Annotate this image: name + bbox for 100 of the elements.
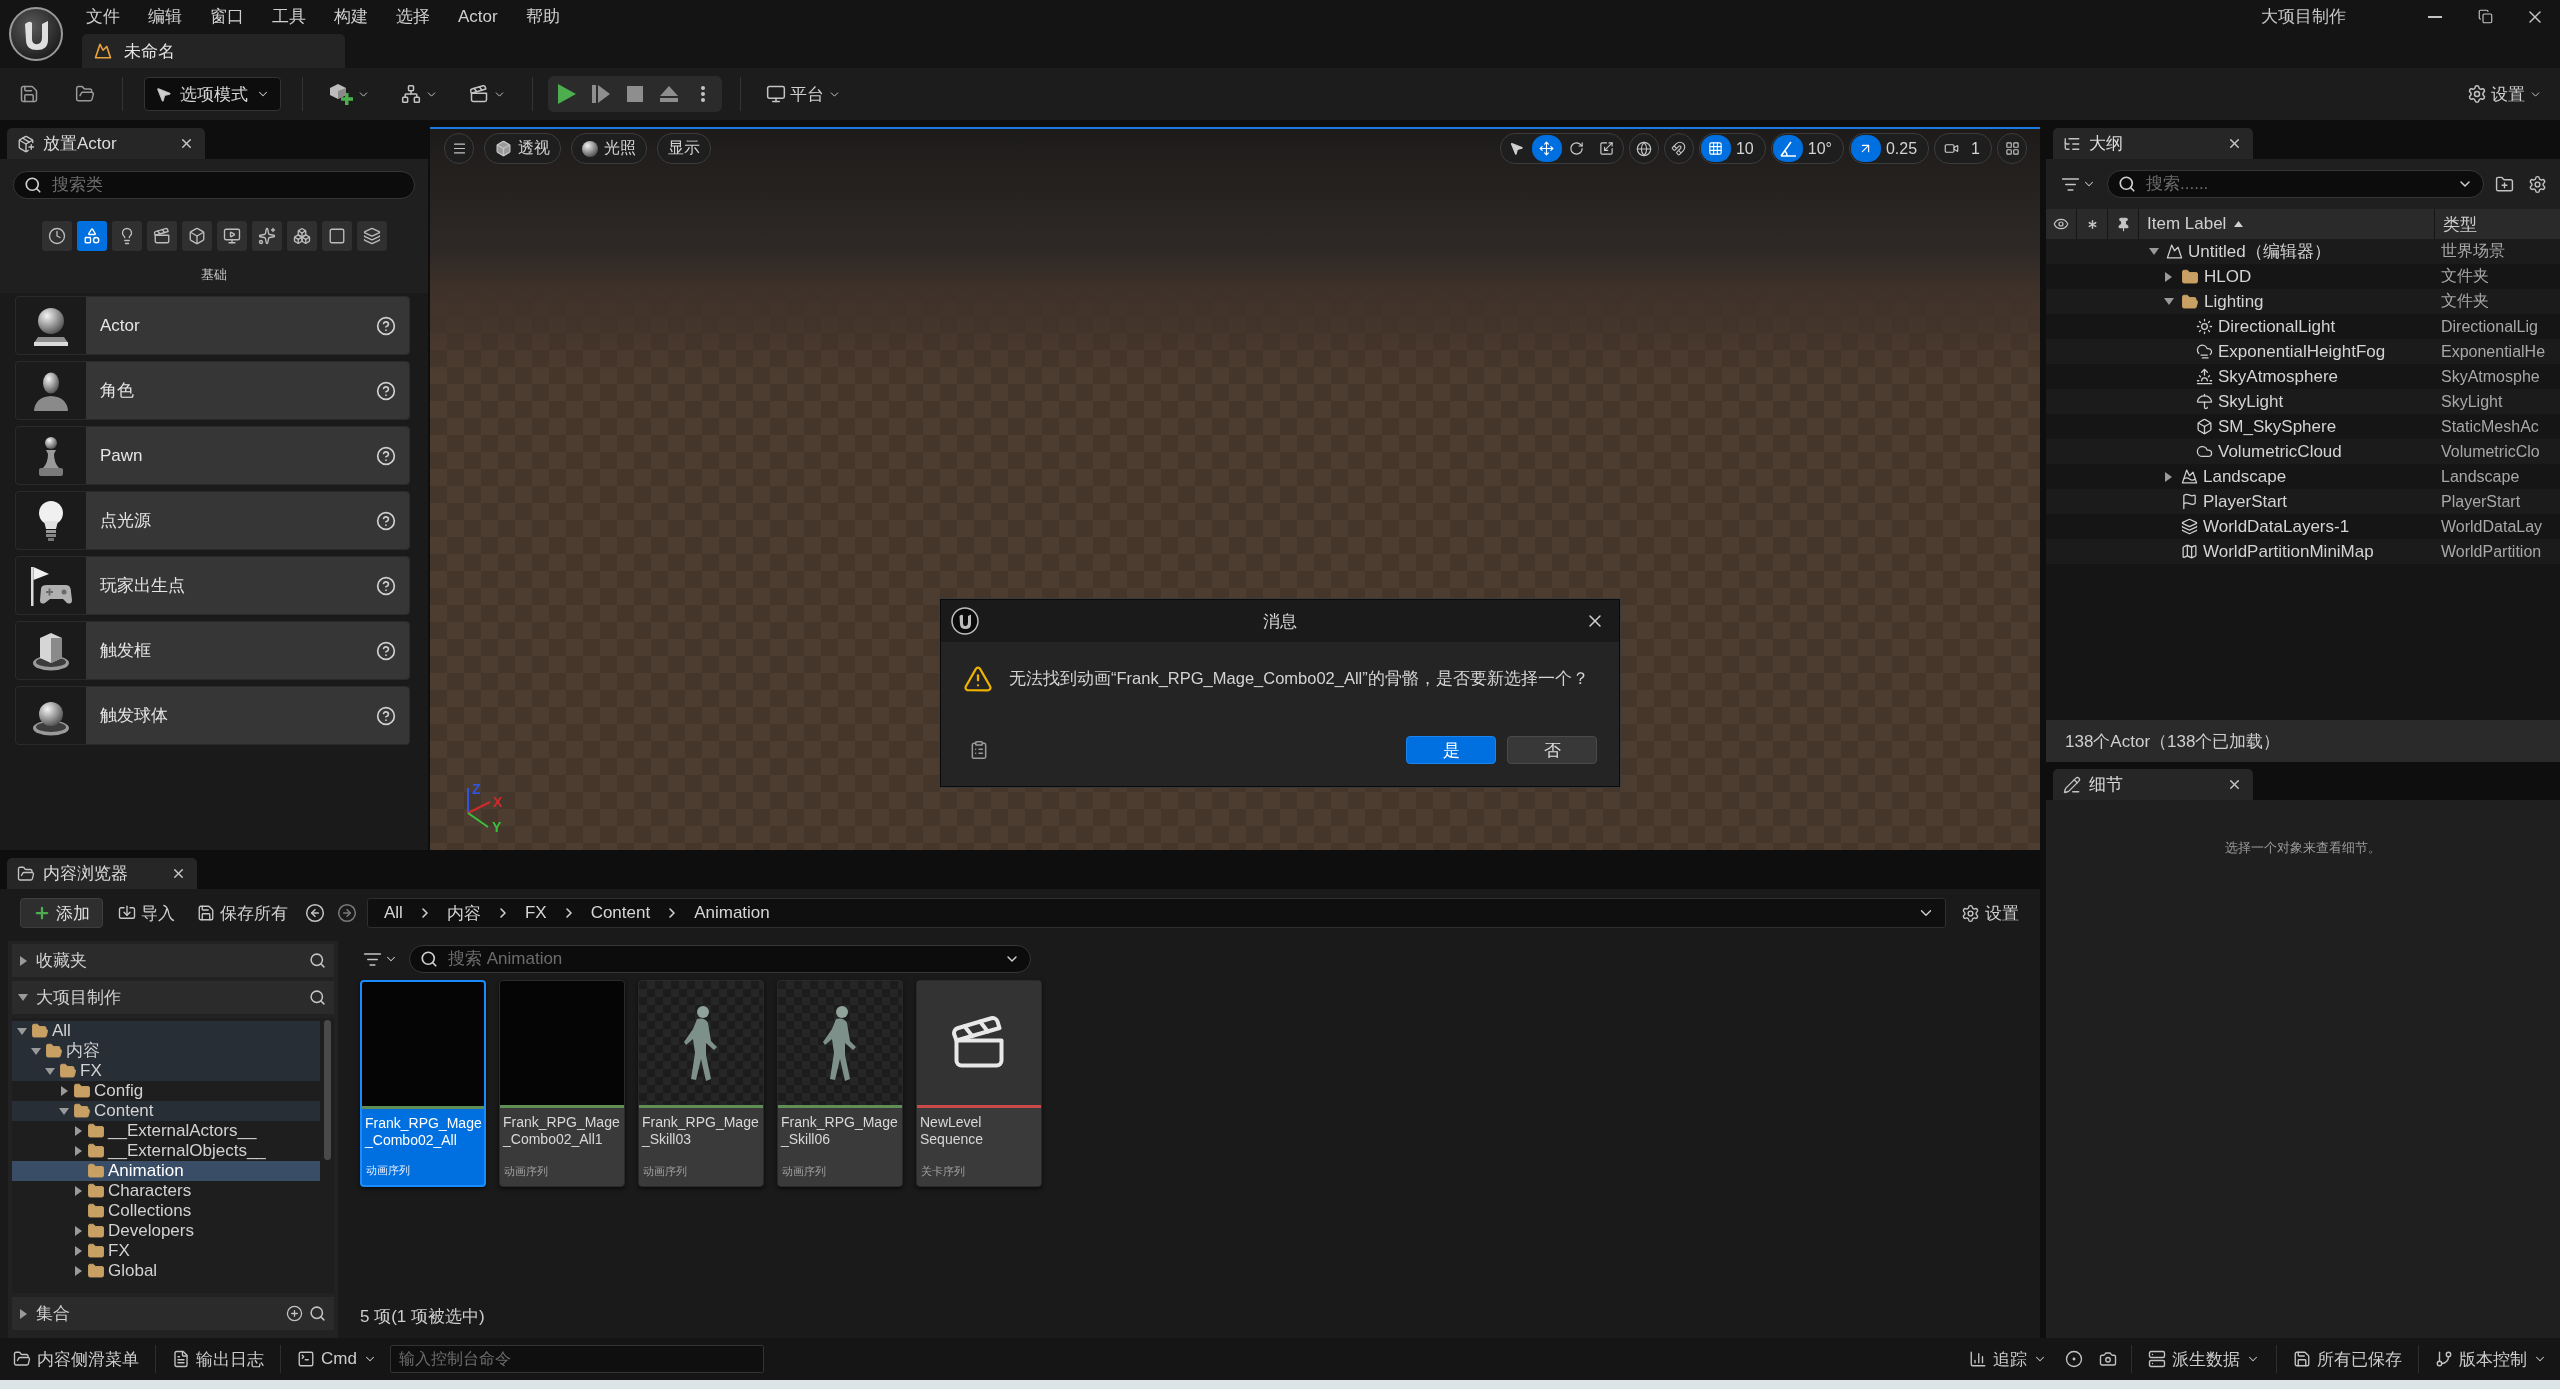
save-all-button[interactable]: 保存所有: [190, 898, 295, 928]
path-bar[interactable]: All 内容 FX Content Animation: [367, 898, 1946, 928]
search-field[interactable]: 搜索类: [13, 171, 415, 199]
view-mode-button[interactable]: 透视: [484, 133, 561, 164]
actor-item[interactable]: 点光源: [15, 491, 410, 550]
panel-tab[interactable]: 内容浏览器: [7, 858, 197, 889]
section-header[interactable]: 收藏夹: [12, 944, 334, 977]
category-tab[interactable]: [76, 221, 107, 251]
snap-control[interactable]: 10: [1698, 133, 1766, 164]
output-log-button[interactable]: 输出日志: [165, 1344, 271, 1374]
panel-tab[interactable]: 大纲: [2053, 128, 2253, 159]
category-tab[interactable]: [111, 221, 142, 251]
outliner-row[interactable]: Lighting 文件夹: [2046, 289, 2560, 314]
pin-column-header[interactable]: [2108, 209, 2138, 239]
folder-row[interactable]: FX: [12, 1061, 320, 1081]
outliner-row[interactable]: VolumetricCloud VolumetricClo: [2046, 439, 2560, 464]
menu-item[interactable]: 选择: [382, 1, 444, 32]
menu-item[interactable]: 窗口: [196, 1, 258, 32]
back-button[interactable]: [303, 901, 327, 925]
command-dropdown[interactable]: Cmd: [290, 1344, 384, 1374]
menu-item[interactable]: 帮助: [511, 1, 574, 32]
settings-dropdown[interactable]: 设置: [2461, 77, 2548, 111]
derived-data-dropdown[interactable]: 派生数据: [2141, 1344, 2267, 1374]
section-header[interactable]: 大项目制作: [12, 981, 334, 1014]
asset-tile[interactable]: Frank_RPG_Mage _Combo02_All 动画序列: [360, 980, 486, 1187]
cancel-button[interactable]: 否: [1507, 736, 1597, 764]
outliner-row[interactable]: WorldPartitionMiniMap WorldPartition: [2046, 539, 2560, 564]
breadcrumb[interactable]: FX: [522, 903, 549, 923]
forward-button[interactable]: [335, 901, 359, 925]
folder-row[interactable]: Global: [12, 1261, 320, 1281]
actor-item[interactable]: 触发框: [15, 621, 410, 680]
document-tab[interactable]: 未命名: [82, 34, 345, 68]
outliner-row[interactable]: PlayerStart PlayerStart: [2046, 489, 2560, 514]
folder-row[interactable]: Animation: [12, 1161, 320, 1181]
confirm-button[interactable]: 是: [1406, 736, 1496, 764]
caret-right-icon[interactable]: [60, 1086, 68, 1096]
actor-item[interactable]: 角色: [15, 361, 410, 420]
layout-button[interactable]: [1997, 133, 2027, 164]
actor-item[interactable]: 玩家出生点: [15, 556, 410, 615]
folder-row[interactable]: __ExternalObjects__: [12, 1141, 320, 1161]
surface-snap-button[interactable]: [1663, 133, 1694, 164]
caret-right-icon[interactable]: [2165, 271, 2172, 282]
search-field[interactable]: 搜索 Animation: [409, 945, 1031, 973]
favorite-column-header[interactable]: [2077, 209, 2107, 239]
column-header[interactable]: Item Label: [2139, 209, 2434, 239]
asset-tile[interactable]: Frank_RPG_Mage _Skill06 动画序列: [777, 980, 903, 1187]
caret-right-icon[interactable]: [74, 1226, 82, 1236]
folder-row[interactable]: 内容: [12, 1041, 320, 1061]
caret-down-icon[interactable]: [45, 1067, 55, 1075]
drawer-button[interactable]: 内容侧滑菜单: [6, 1344, 146, 1374]
caret-down-icon[interactable]: [59, 1107, 69, 1115]
folder-row[interactable]: Config: [12, 1081, 320, 1101]
trace-dropdown[interactable]: 追踪: [1962, 1344, 2054, 1374]
console-input[interactable]: 输入控制台命令: [389, 1345, 764, 1373]
scale-snap-toggle[interactable]: [1850, 135, 1881, 162]
breadcrumb[interactable]: 内容: [444, 901, 483, 925]
add-button[interactable]: 添加: [20, 898, 103, 928]
category-tab[interactable]: [356, 221, 387, 251]
snap-control[interactable]: 1: [1934, 133, 1992, 164]
asset-tile[interactable]: Frank_RPG_Mage _Combo02_All1 动画序列: [499, 980, 625, 1187]
save-status-button[interactable]: 所有已保存: [2286, 1344, 2409, 1374]
panel-tab[interactable]: 细节: [2053, 769, 2253, 800]
menu-item[interactable]: 构建: [320, 1, 382, 32]
breadcrumb[interactable]: Animation: [692, 903, 772, 923]
import-button[interactable]: 导入: [111, 898, 182, 928]
category-tab[interactable]: [181, 221, 212, 251]
folder-row[interactable]: Characters: [12, 1181, 320, 1201]
angle-snap-toggle[interactable]: [1772, 135, 1803, 162]
search-field[interactable]: 搜索......: [2107, 170, 2484, 198]
outliner-row[interactable]: ExponentialHeightFog ExponentialHe: [2046, 339, 2560, 364]
caret-right-icon[interactable]: [74, 1246, 82, 1256]
category-tab[interactable]: [41, 221, 72, 251]
grid-snap-toggle[interactable]: [1700, 135, 1731, 162]
snap-control[interactable]: 0.25: [1848, 133, 1930, 164]
menu-item[interactable]: 文件: [72, 1, 134, 32]
platform-dropdown[interactable]: 平台: [760, 77, 847, 111]
outliner-row[interactable]: Untitled（编辑器） 世界场景: [2046, 239, 2560, 264]
visibility-column-header[interactable]: [2046, 209, 2076, 239]
section-header[interactable]: 集合: [12, 1297, 334, 1330]
view-mode-button[interactable]: 光照: [571, 133, 647, 164]
breadcrumb[interactable]: Content: [588, 903, 653, 923]
caret-right-icon[interactable]: [74, 1186, 82, 1196]
category-tab[interactable]: [286, 221, 317, 251]
caret-down-icon[interactable]: [2148, 248, 2159, 255]
caret-right-icon[interactable]: [19, 955, 27, 966]
viewport-menu-button[interactable]: [444, 133, 474, 164]
settings-button[interactable]: 设置: [1954, 898, 2026, 928]
menu-item[interactable]: 工具: [258, 1, 320, 32]
caret-down-icon[interactable]: [2163, 298, 2174, 305]
asset-tile[interactable]: NewLevel Sequence 关卡序列: [916, 980, 1042, 1187]
outliner-row[interactable]: SkyLight SkyLight: [2046, 389, 2560, 414]
breadcrumb[interactable]: All: [382, 903, 405, 923]
asset-tile[interactable]: Frank_RPG_Mage _Skill03 动画序列: [638, 980, 764, 1187]
world-space-button[interactable]: [1628, 133, 1659, 164]
caret-right-icon[interactable]: [19, 1308, 27, 1319]
scrollbar-thumb[interactable]: [323, 1020, 331, 1160]
folder-row[interactable]: Collections: [12, 1201, 320, 1221]
actor-item[interactable]: Pawn: [15, 426, 410, 485]
snap-control[interactable]: 10°: [1770, 133, 1844, 164]
caret-right-icon[interactable]: [2165, 471, 2172, 482]
